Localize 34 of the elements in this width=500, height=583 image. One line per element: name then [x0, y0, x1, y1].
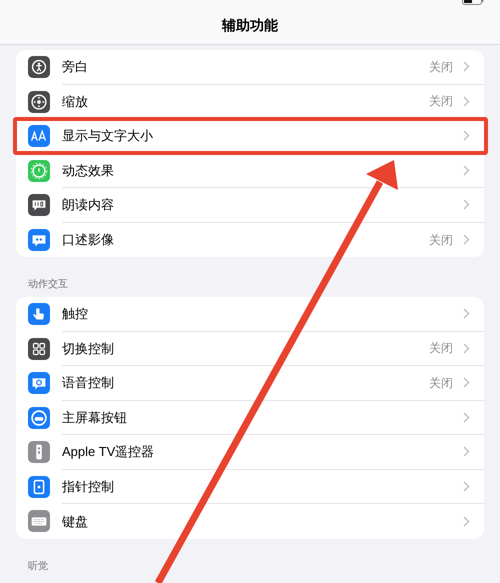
- setting-label[interactable]: 主屏幕按钮: [62, 408, 463, 427]
- chevron-icon: [463, 96, 470, 107]
- setting-label[interactable]: 旁白: [62, 57, 429, 76]
- chevron-icon: [463, 480, 470, 492]
- setting-label[interactable]: Apple TV遥控器: [62, 442, 463, 462]
- chevron-icon: [463, 412, 470, 423]
- chevron-icon: [463, 61, 470, 72]
- chevron-icon: [463, 516, 470, 527]
- chevron-icon: [463, 130, 470, 142]
- chevron-icon: [463, 446, 470, 458]
- setting-value: 关闭: [429, 93, 453, 110]
- setting-label[interactable]: 口述影像: [62, 230, 429, 250]
- setting-label[interactable]: 切换控制: [62, 338, 429, 358]
- setting-label[interactable]: 触控: [62, 304, 463, 324]
- setting-label[interactable]: 缩放: [62, 92, 429, 111]
- setting-value: 关闭: [429, 58, 453, 76]
- chevron-icon: [463, 342, 470, 354]
- chevron-icon: [463, 234, 470, 246]
- setting-value: 关闭: [429, 340, 453, 358]
- section-header: 动作交互: [28, 279, 68, 290]
- setting-label[interactable]: 显示与文字大小: [62, 126, 463, 146]
- page-title: 辅助功能: [222, 16, 278, 34]
- setting-label[interactable]: 动态效果: [62, 160, 463, 180]
- setting-label[interactable]: 朗读内容: [62, 195, 463, 214]
- chevron-icon: [463, 199, 470, 210]
- chevron-icon: [463, 308, 470, 320]
- chevron-icon: [463, 164, 470, 176]
- setting-value: 关闭: [429, 232, 453, 249]
- setting-label[interactable]: 键盘: [62, 512, 463, 531]
- setting-label[interactable]: 指针控制: [62, 476, 463, 496]
- setting-value: 关闭: [429, 374, 453, 392]
- chevron-icon: [463, 377, 470, 388]
- section-header: 听觉: [28, 560, 48, 572]
- setting-label[interactable]: 语音控制: [62, 373, 429, 392]
